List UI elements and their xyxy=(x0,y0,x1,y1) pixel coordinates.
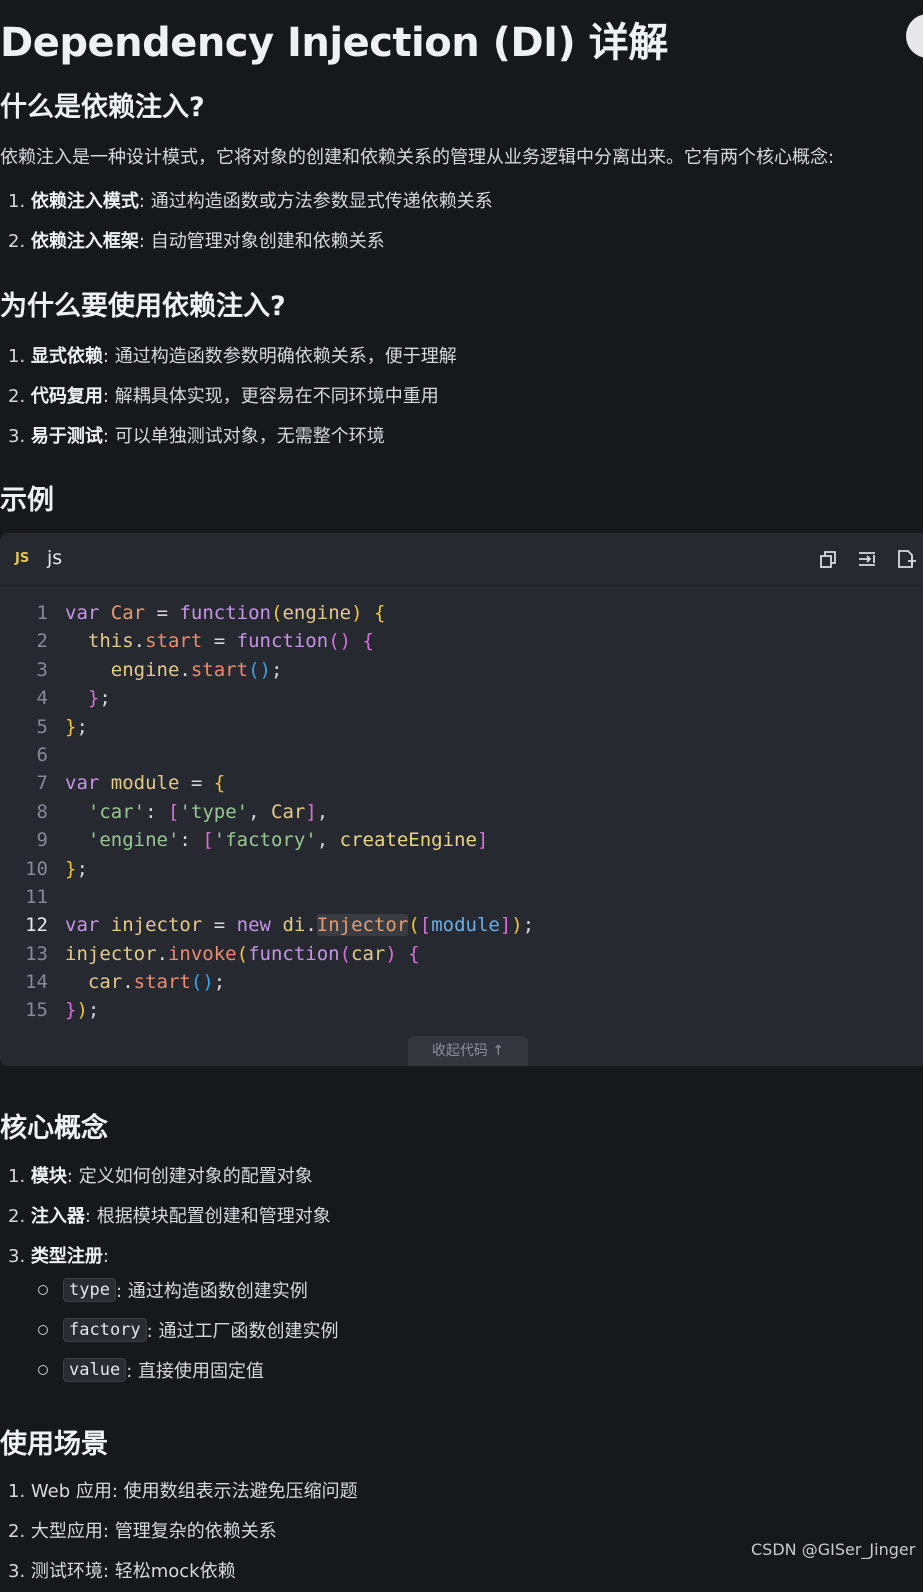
list-item: 2. 代码复用: 解耦具体实现，更容易在不同环境中重用 xyxy=(8,386,439,407)
registration-types-list: type: 通过构造函数创建实例 factory: 通过工厂函数创建实例 val… xyxy=(38,1270,338,1390)
bullet-icon xyxy=(38,1365,48,1375)
code-line: 15}); xyxy=(25,999,100,1022)
code-line: 4 }; xyxy=(36,687,111,710)
code-line: 5}; xyxy=(36,715,88,738)
code-line: 7 var module = { xyxy=(36,772,226,795)
heading-example: 示例 xyxy=(0,485,54,516)
code-language-label: js xyxy=(47,547,63,569)
what-list: 1. 依赖注入模式: 通过构造函数或方法参数显式传递依赖关系 2. 依赖注入框架… xyxy=(8,182,493,262)
code-line: 14 car.start(); xyxy=(25,971,226,994)
insert-icon[interactable] xyxy=(896,549,916,569)
wrap-icon[interactable] xyxy=(857,549,877,569)
code-line: 3 engine.start(); xyxy=(36,658,283,681)
list-item: 2. 注入器: 根据模块配置创建和管理对象 xyxy=(8,1206,331,1227)
code-line: 11 xyxy=(25,885,48,908)
inline-code: factory xyxy=(63,1318,147,1342)
code-lines[interactable]: 1 var Car = function(engine) { 2 this.sta… xyxy=(0,599,534,1025)
code-line: 13 injector.invoke(function(car) { xyxy=(25,942,420,965)
avatar[interactable] xyxy=(906,14,923,58)
code-block: JS js 1 var Car = function(engine) { 2 th… xyxy=(0,533,923,1066)
list-item: 1. 依赖注入模式: 通过构造函数或方法参数显式传递依赖关系 xyxy=(8,191,493,212)
heading-core: 核心概念 xyxy=(0,1113,108,1144)
list-item: 3. 易于测试: 可以单独测试对象，无需整个环境 xyxy=(8,426,385,447)
inline-code: value xyxy=(63,1358,127,1382)
list-item: 1. Web 应用: 使用数组表示法避免压缩问题 xyxy=(8,1481,358,1502)
js-icon: JS xyxy=(15,551,30,566)
collapse-code-button[interactable]: 收起代码 ↑ xyxy=(408,1036,528,1066)
code-line: 12 var injector = new di.Injector([module… xyxy=(25,914,535,937)
inline-code: type xyxy=(63,1278,116,1302)
list-item: 1. 显式依赖: 通过构造函数参数明确依赖关系，便于理解 xyxy=(8,346,457,367)
heading-what: 什么是依赖注入? xyxy=(0,92,205,123)
heading-usage: 使用场景 xyxy=(0,1429,108,1460)
watermark: CSDN @GISer_Jinger xyxy=(751,1540,916,1559)
intro-paragraph: 依赖注入是一种设计模式，它将对象的创建和依赖关系的管理从业务逻辑中分离出来。它有… xyxy=(0,147,835,168)
list-item: type: 通过构造函数创建实例 xyxy=(38,1270,338,1310)
why-list: 1. 显式依赖: 通过构造函数参数明确依赖关系，便于理解 2. 代码复用: 解耦… xyxy=(8,337,457,457)
code-line: 8 'car': ['type', Car], xyxy=(36,800,329,823)
core-list: 1. 模块: 定义如何创建对象的配置对象 2. 注入器: 根据模块配置创建和管理… xyxy=(8,1157,331,1277)
heading-why: 为什么要使用依赖注入? xyxy=(0,291,286,322)
list-item: value: 直接使用固定值 xyxy=(38,1350,338,1390)
list-item: 2. 大型应用: 管理复杂的依赖关系 xyxy=(8,1521,277,1542)
code-line: 10}; xyxy=(25,857,88,880)
usage-list: 1. Web 应用: 使用数组表示法避免压缩问题 2. 大型应用: 管理复杂的依… xyxy=(8,1472,358,1592)
code-block-header: JS js xyxy=(0,533,923,586)
page-title: Dependency Injection (DI) 详解 xyxy=(0,20,668,66)
code-line: 6 xyxy=(36,743,48,766)
copy-icon[interactable] xyxy=(818,549,838,569)
code-line: 2 this.start = function() { xyxy=(36,630,374,653)
list-item: 2. 依赖注入框架: 自动管理对象创建和依赖关系 xyxy=(8,231,385,252)
bullet-icon xyxy=(38,1325,48,1335)
list-item: 1. 模块: 定义如何创建对象的配置对象 xyxy=(8,1166,313,1187)
list-item: factory: 通过工厂函数创建实例 xyxy=(38,1310,338,1350)
code-line: 9 'engine': ['factory', createEngine] xyxy=(36,829,489,852)
list-item: 3. 测试环境: 轻松mock依赖 xyxy=(8,1561,236,1582)
bullet-icon xyxy=(38,1285,48,1295)
code-line: 1 var Car = function(engine) { xyxy=(36,602,386,624)
